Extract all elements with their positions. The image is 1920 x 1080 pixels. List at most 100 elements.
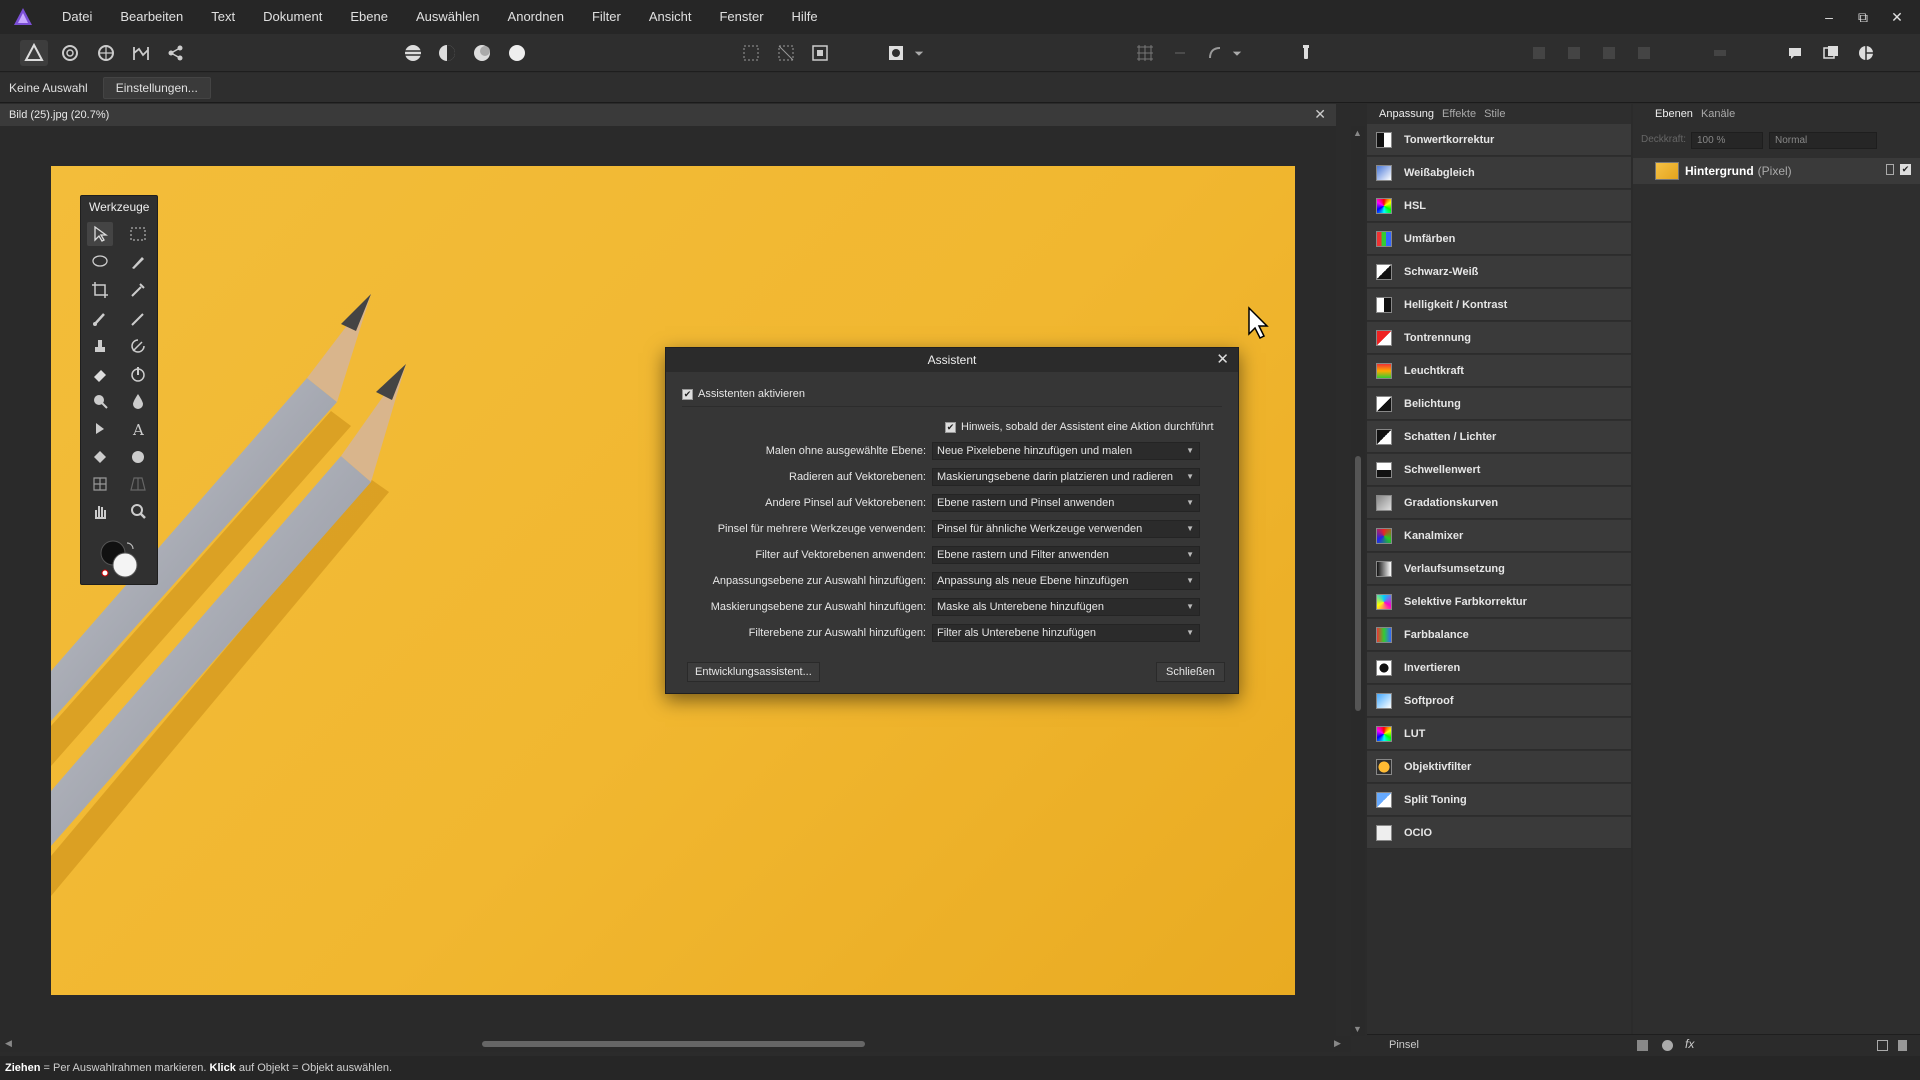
settings-button[interactable]: Einstellungen...: [102, 76, 211, 99]
adjustment-item[interactable]: OCIO: [1367, 817, 1631, 849]
option-select-mask-selection[interactable]: Maske als Unterebene hinzufügen ▼: [932, 598, 1200, 616]
develop-assistant-button[interactable]: Entwicklungsassistent...: [687, 662, 820, 682]
adjustment-item[interactable]: Leuchtkraft: [1367, 355, 1631, 387]
option-select-adjustment-selection[interactable]: Anpassung als neue Ebene hinzufügen ▼: [932, 572, 1200, 590]
crop-tool-icon[interactable]: [87, 278, 113, 302]
tab-ebenen[interactable]: Ebenen: [1655, 108, 1693, 120]
menu-fenster[interactable]: Fenster: [705, 0, 777, 34]
blur-brush-tool-icon[interactable]: [125, 389, 151, 413]
affinity-photo-logo-icon[interactable]: [12, 6, 34, 28]
option-select-erase-vector[interactable]: Maskierungsebene darin platzieren und ra…: [932, 468, 1200, 486]
order-back-icon[interactable]: [1525, 40, 1553, 66]
auto-colors-icon[interactable]: [468, 40, 496, 66]
adjustment-item[interactable]: Schwarz-Weiß: [1367, 256, 1631, 288]
adjustment-item[interactable]: Umfärben: [1367, 223, 1631, 255]
adjustment-item[interactable]: Weißabgleich: [1367, 157, 1631, 189]
view-tool-hand-icon[interactable]: [87, 499, 113, 523]
menu-auswaehlen[interactable]: Auswählen: [402, 0, 494, 34]
menu-anordnen[interactable]: Anordnen: [494, 0, 578, 34]
horizontal-scrollbar[interactable]: ◀ ▶: [0, 1036, 1351, 1052]
order-front-icon[interactable]: [1630, 40, 1658, 66]
restore-button[interactable]: ⧉: [1846, 9, 1880, 26]
enable-assistant-row[interactable]: ✔ Assistenten aktivieren: [682, 388, 805, 400]
pixel-tool-icon[interactable]: [125, 307, 151, 331]
dialog-titlebar[interactable]: Assistent ✕: [666, 348, 1238, 372]
scroll-right-icon[interactable]: ▶: [1334, 1038, 1341, 1049]
adjustment-item[interactable]: Invertieren: [1367, 652, 1631, 684]
lock-icon[interactable]: [1886, 164, 1894, 175]
adjustment-item[interactable]: Helligkeit / Kontrast: [1367, 289, 1631, 321]
node-tool-icon[interactable]: [87, 417, 113, 441]
notify-action-checkbox[interactable]: ✔: [945, 421, 956, 433]
opacity-field[interactable]: 100 %: [1691, 132, 1763, 149]
adjustment-item[interactable]: LUT: [1367, 718, 1631, 750]
adjustment-item[interactable]: Farbbalance: [1367, 619, 1631, 651]
paint-brush-tool-icon[interactable]: [87, 307, 113, 331]
scroll-down-icon[interactable]: ▼: [1353, 1024, 1362, 1034]
option-select-filter-layer-selection[interactable]: Filter als Unterebene hinzufügen ▼: [932, 624, 1200, 642]
auto-levels-icon[interactable]: [399, 40, 427, 66]
selection-mode-icon[interactable]: [882, 40, 910, 66]
text-tool-icon[interactable]: A: [125, 417, 151, 441]
healing-brush-tool-icon[interactable]: [125, 362, 151, 386]
menu-ansicht[interactable]: Ansicht: [635, 0, 706, 34]
tone-mapping-persona-icon[interactable]: [127, 40, 155, 66]
liquify-persona-icon[interactable]: [56, 40, 84, 66]
tab-stile[interactable]: Stile: [1484, 108, 1505, 120]
align-icon[interactable]: [1706, 40, 1734, 66]
adjustment-item[interactable]: HSL: [1367, 190, 1631, 222]
snapping-options-icon[interactable]: [1166, 40, 1194, 66]
zoom-tool-icon[interactable]: [125, 499, 151, 523]
document-tab[interactable]: Bild (25).jpg (20.7%) ✕: [0, 104, 1336, 126]
auto-contrast-icon[interactable]: [433, 40, 461, 66]
menu-text[interactable]: Text: [197, 0, 249, 34]
clone-brush-tool-icon[interactable]: [87, 334, 113, 358]
vertical-scrollbar[interactable]: ▲ ▼: [1351, 126, 1365, 1036]
scroll-left-icon[interactable]: ◀: [5, 1038, 12, 1049]
export-persona-icon[interactable]: [162, 40, 190, 66]
adjustment-item[interactable]: Objektivfilter: [1367, 751, 1631, 783]
adjustment-item[interactable]: Tonwertkorrektur: [1367, 124, 1631, 156]
adjustment-item[interactable]: Gradationskurven: [1367, 487, 1631, 519]
layer-mask-icon[interactable]: [1637, 1040, 1648, 1051]
menu-filter[interactable]: Filter: [578, 0, 635, 34]
adjustment-item[interactable]: Kanalmixer: [1367, 520, 1631, 552]
scroll-up-icon[interactable]: ▲: [1353, 128, 1362, 138]
minimize-button[interactable]: –: [1812, 9, 1846, 25]
layer-visibility-checkbox[interactable]: ✔: [1900, 164, 1911, 175]
force-pixel-alignment-icon[interactable]: [1201, 40, 1229, 66]
tab-effekte[interactable]: Effekte: [1442, 108, 1476, 120]
erase-brush-tool-icon[interactable]: [87, 362, 113, 386]
add-group-icon[interactable]: [1877, 1040, 1888, 1051]
order-backward-icon[interactable]: [1560, 40, 1588, 66]
adjustment-item[interactable]: Schatten / Lichter: [1367, 421, 1631, 453]
freehand-selection-tool-icon[interactable]: [87, 250, 113, 274]
dodge-brush-tool-icon[interactable]: [87, 389, 113, 413]
dialog-close-icon[interactable]: ✕: [1216, 348, 1229, 372]
flood-fill-tool-icon[interactable]: [87, 445, 113, 469]
dialog-close-button[interactable]: Schließen: [1156, 662, 1225, 682]
quick-mask-icon[interactable]: [772, 40, 800, 66]
personas-chat-icon[interactable]: [1782, 40, 1810, 66]
blend-mode-select[interactable]: Normal: [1769, 132, 1877, 149]
close-document-icon[interactable]: ✕: [1314, 106, 1326, 123]
selection-brush-tool-icon[interactable]: [125, 250, 151, 274]
menu-hilfe[interactable]: Hilfe: [778, 0, 832, 34]
adjustment-item[interactable]: Tontrennung: [1367, 322, 1631, 354]
order-forward-icon[interactable]: [1595, 40, 1623, 66]
tab-anpassung[interactable]: Anpassung: [1379, 108, 1434, 120]
enable-assistant-checkbox[interactable]: ✔: [682, 388, 693, 400]
view-mode-icon[interactable]: [1852, 40, 1880, 66]
refine-selection-icon[interactable]: [806, 40, 834, 66]
adjustment-item[interactable]: Schwellenwert: [1367, 454, 1631, 486]
option-select-filter-vector[interactable]: Ebene rastern und Filter anwenden ▼: [932, 546, 1200, 564]
rectangular-marquee-tool-icon[interactable]: [125, 222, 151, 246]
close-window-button[interactable]: ✕: [1880, 9, 1914, 26]
adjustment-item[interactable]: Belichtung: [1367, 388, 1631, 420]
adjustment-item[interactable]: Verlaufsumsetzung: [1367, 553, 1631, 585]
option-select-brush-multiple-tools[interactable]: Pinsel für ähnliche Werkzeuge verwenden ▼: [932, 520, 1200, 538]
auto-white-balance-icon[interactable]: [503, 40, 531, 66]
perspective-tool-icon[interactable]: [125, 472, 151, 496]
move-tool-icon[interactable]: [87, 222, 113, 246]
color-well-icon[interactable]: [99, 539, 141, 579]
